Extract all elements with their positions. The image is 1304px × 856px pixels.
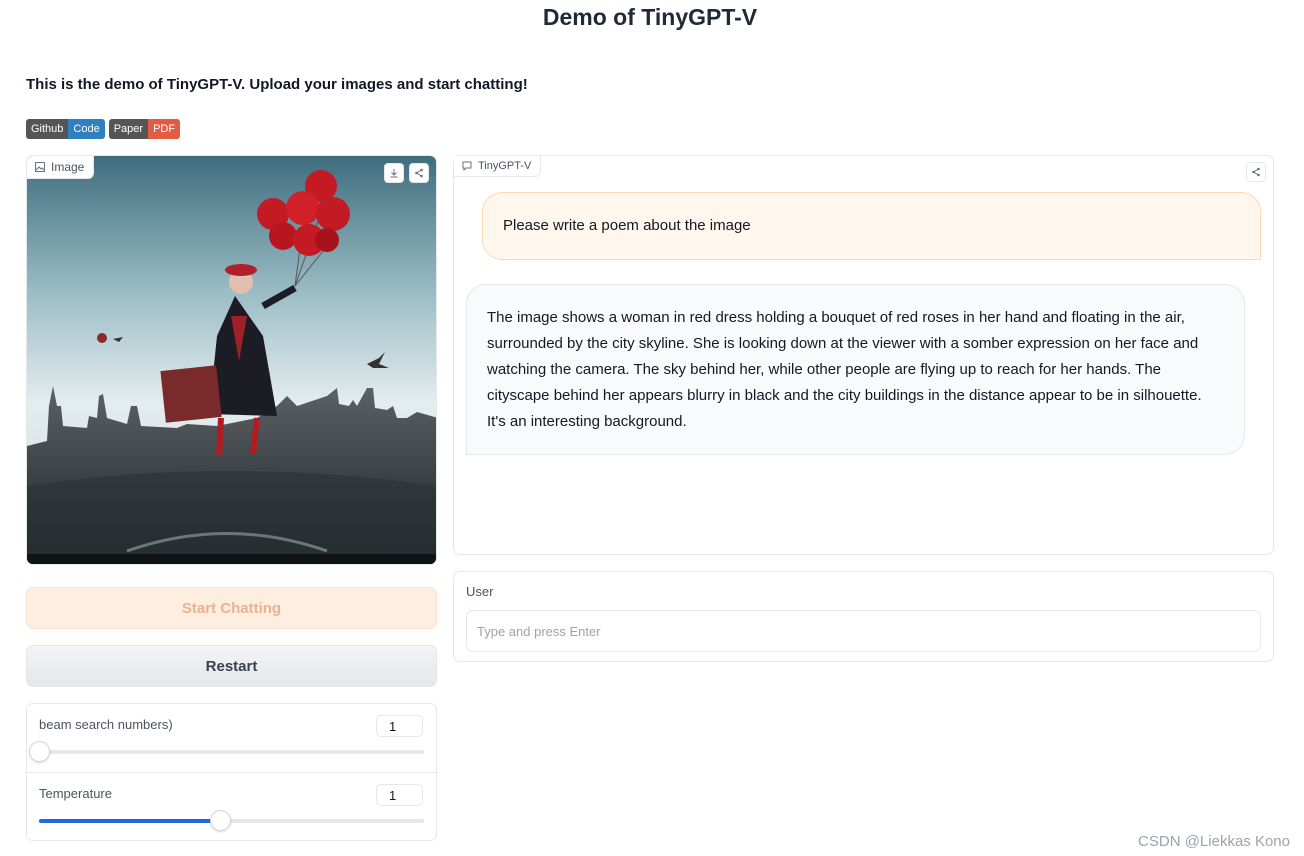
github-badge[interactable]: Github Code — [26, 119, 105, 139]
image-panel[interactable]: Image — [26, 155, 437, 565]
page-title: Demo of TinyGPT-V — [542, 4, 758, 30]
badge-left-label: Paper — [108, 119, 149, 139]
settings-panel: beam search numbers) 1 Temperature 1 — [26, 703, 437, 841]
slider-number-input[interactable]: 1 — [376, 784, 423, 806]
chatbot-label-text: TinyGPT-V — [478, 160, 532, 172]
share-icon — [415, 168, 423, 178]
paper-badge[interactable]: Paper PDF — [108, 119, 181, 139]
slider-thumb[interactable] — [29, 741, 50, 762]
badge-row: Github Code Paper PDF — [26, 119, 181, 139]
slider-label: Temperature — [39, 786, 112, 801]
bot-message: The image shows a woman in red dress hol… — [466, 284, 1245, 455]
restart-button[interactable]: Restart — [26, 645, 437, 687]
download-button[interactable] — [384, 163, 404, 183]
slider-label: beam search numbers) — [39, 717, 173, 732]
slider-track[interactable] — [29, 741, 424, 762]
image-label-text: Image — [51, 160, 85, 174]
download-icon — [390, 169, 398, 178]
beam-search-slider-row: beam search numbers) 1 — [27, 704, 436, 772]
watermark: CSDN @Liekkas Kono — [1138, 833, 1290, 850]
slider-track[interactable] — [39, 810, 424, 831]
page-description: This is the demo of TinyGPT-V. Upload yo… — [26, 76, 528, 93]
chat-share-button[interactable] — [1246, 162, 1266, 182]
slider-fill — [39, 819, 220, 823]
share-button[interactable] — [409, 163, 429, 183]
image-icon — [35, 162, 45, 172]
image-actions — [384, 163, 429, 183]
badge-right-label: Code — [68, 119, 105, 139]
user-message-input[interactable] — [466, 610, 1261, 652]
user-message: Please write a poem about the image — [482, 192, 1261, 260]
uploaded-image — [27, 156, 436, 564]
badge-left-label: Github — [26, 119, 69, 139]
image-panel-label: Image — [27, 156, 95, 179]
slider-thumb[interactable] — [209, 810, 231, 831]
chatbot-label: TinyGPT-V — [454, 156, 542, 177]
start-chatting-button[interactable]: Start Chatting — [26, 587, 437, 629]
slider-number-input[interactable]: 1 — [376, 715, 423, 737]
badge-right-label: PDF — [148, 119, 181, 139]
chat-icon — [462, 161, 472, 171]
user-input-panel: User — [453, 571, 1274, 662]
temperature-slider-row: Temperature 1 — [27, 772, 436, 840]
chatbot-panel: TinyGPT-V Please write a poem about the … — [453, 155, 1274, 555]
share-icon — [1252, 167, 1260, 177]
user-input-label: User — [466, 584, 494, 599]
